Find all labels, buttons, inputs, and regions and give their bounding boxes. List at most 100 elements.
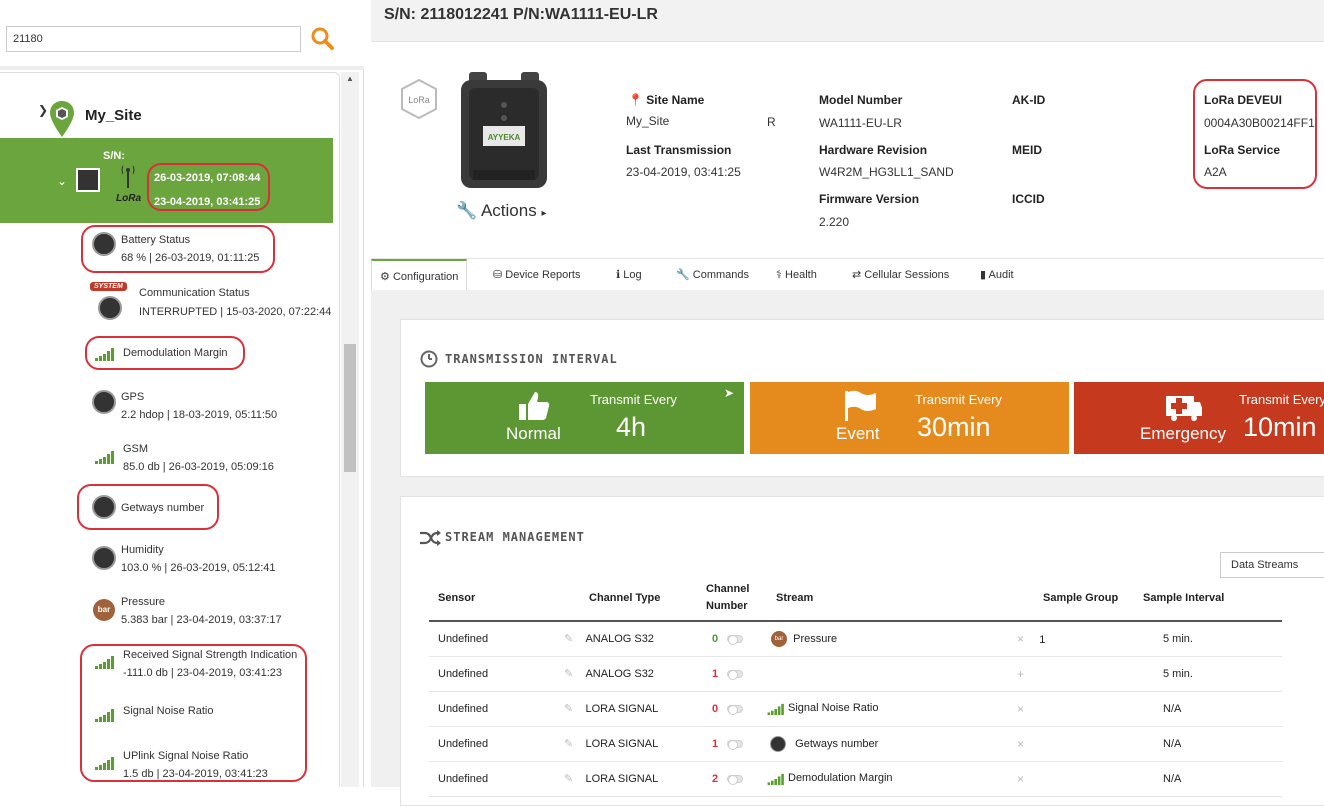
pencil-icon[interactable]: ✎ — [564, 633, 573, 645]
pencil-icon[interactable]: ✎ — [564, 668, 573, 680]
tree-device-row[interactable]: S/N: ⌄ LoRa 26-03-2019, 07:08:44 23-04-2… — [0, 138, 333, 223]
card-name: Normal — [506, 424, 561, 443]
cell-sample-interval: 5 min. — [1132, 656, 1282, 692]
right-panel: S/N: 2118012241 P/N:WA1111-EU-LR LoRa AY… — [371, 0, 1324, 806]
tab-configuration[interactable]: ⚙ Configuration — [371, 259, 468, 292]
chevron-down-icon[interactable]: ❯ — [38, 103, 48, 117]
actions-button[interactable]: 🔧 Actions ▸ — [456, 201, 546, 221]
site-name[interactable]: My_Site — [85, 107, 142, 124]
table-row[interactable]: Undefined ✎ ANALOG S32 0 bar Pressure × … — [429, 621, 1282, 657]
sensor-item-uplink-snr[interactable]: UPlink Signal Noise Ratio 1.5 db | 23-04… — [0, 748, 339, 787]
chevron-down-icon[interactable]: ⌄ — [57, 174, 67, 188]
search-input[interactable] — [6, 26, 301, 52]
last-transmission-value: 23-04-2019, 03:41:25 — [626, 165, 741, 179]
cell-stream: bar Pressure — [762, 621, 1012, 657]
cell-channel-type[interactable]: ✎ LORA SIGNAL — [554, 761, 706, 797]
transmission-title: TRANSMISSION INTERVAL — [445, 352, 618, 366]
cell-channel-type[interactable]: ✎ ANALOG S32 — [554, 656, 706, 692]
cell-channel-type[interactable]: ✎ LORA SIGNAL — [554, 726, 706, 762]
tree-site-row[interactable]: ❯ My_Site — [0, 81, 339, 137]
gauge-icon — [770, 735, 786, 752]
sensor-name: Pressure — [121, 596, 166, 608]
remove-icon[interactable]: × — [1017, 702, 1024, 716]
cell-channel-type[interactable]: ✎ LORA SIGNAL — [554, 691, 706, 727]
model-number-label: Model Number — [819, 93, 903, 107]
col-sample-interval: Sample Interval — [1132, 575, 1282, 622]
toggle-switch[interactable] — [727, 739, 744, 750]
sensor-item-rssi[interactable]: Received Signal Strength Indication -111… — [0, 647, 339, 693]
sensor-item-communication[interactable]: SYSTEM Communication Status INTERRUPTED … — [0, 282, 339, 328]
cell-sample-interval: N/A — [1132, 761, 1282, 797]
flag-icon — [845, 390, 876, 421]
col-sensor: Sensor — [429, 575, 554, 622]
cell-channel-number: 1 — [706, 656, 762, 692]
cell-channel-type[interactable]: ✎ ANALOG S32 — [554, 621, 706, 657]
cell-sensor: Undefined — [429, 621, 554, 657]
site-name-value: My_Site — [626, 114, 670, 128]
table-row[interactable]: Undefined ✎ LORA SIGNAL 0 Signal Noise R… — [429, 691, 1282, 727]
toggle-switch[interactable] — [727, 634, 744, 645]
tab-device-reports[interactable]: ⛁ Device Reports — [485, 259, 588, 291]
tab-commands[interactable]: 🔧 Commands — [668, 259, 757, 291]
stethoscope-icon: ⚕ — [776, 269, 782, 281]
gauge-icon — [98, 296, 122, 320]
add-icon[interactable]: + — [1017, 667, 1024, 681]
device-info: LoRa AYYEKA 🔧 Actions ▸ 📍 Site Name My_S… — [371, 43, 1324, 258]
card-value: 10min — [1243, 412, 1317, 442]
stream-management-panel: STREAM MANAGEMENT Data Streams Sensor Ch… — [400, 496, 1324, 806]
tab-audit[interactable]: ▮ Audit — [972, 259, 1022, 291]
tab-health[interactable]: ⚕ Health — [768, 259, 825, 291]
transmission-panel: TRANSMISSION INTERVAL Normal Transmit Ev… — [400, 319, 1324, 477]
sensor-item-humidity[interactable]: Humidity 103.0 % | 26-03-2019, 05:12:41 — [0, 542, 339, 588]
card-label: Transmit Every — [1239, 392, 1324, 407]
site-name-label: 📍 Site Name — [628, 93, 705, 107]
tab-cellular-sessions[interactable]: ⇄ Cellular Sessions — [844, 259, 957, 291]
akid-label: AK-ID — [1012, 93, 1046, 107]
table-row[interactable]: Undefined ✎ LORA SIGNAL 2 Demodulation M… — [429, 761, 1282, 797]
scroll-up-arrow-icon[interactable]: ▲ — [341, 72, 359, 86]
book-icon: ▮ — [980, 269, 987, 281]
sensor-item-gps[interactable]: GPS 2.2 hdop | 18-03-2019, 05:11:50 — [0, 386, 339, 432]
toggle-switch[interactable] — [727, 669, 744, 680]
page-header: S/N: 2118012241 P/N:WA1111-EU-LR — [371, 0, 1324, 42]
device-box-icon — [76, 168, 100, 192]
sensor-name: Humidity — [121, 544, 164, 556]
remove-icon[interactable]: × — [1017, 772, 1024, 786]
sensor-item-demodulation[interactable]: Demodulation Margin — [0, 341, 339, 387]
pencil-icon[interactable]: ✎ — [564, 773, 573, 785]
card-value: 4h — [616, 412, 647, 442]
sensor-item-snr[interactable]: Signal Noise Ratio — [0, 700, 339, 746]
search-button[interactable] — [310, 26, 336, 52]
gauge-icon — [92, 495, 116, 519]
transmit-card-emergency[interactable]: Emergency Transmit Every 10min — [1074, 382, 1324, 454]
signal-bars-icon — [767, 773, 784, 785]
sensor-item-gsm[interactable]: GSM 85.0 db | 26-03-2019, 05:09:16 — [0, 438, 339, 484]
transmit-card-normal[interactable]: Normal Transmit Every 4h ➤ — [425, 382, 744, 454]
table-row[interactable]: Undefined ✎ LORA SIGNAL 1 Getways number… — [429, 726, 1282, 762]
pencil-icon[interactable]: ✎ — [564, 703, 573, 715]
lora-label: LoRa — [116, 193, 141, 204]
scroll-thumb[interactable] — [344, 344, 356, 472]
device-sn-label: S/N: — [103, 150, 125, 162]
tab-log[interactable]: ℹ Log — [608, 259, 650, 291]
left-panel: ❯ My_Site S/N: ⌄ LoRa 26-03-2019, 07:08:… — [0, 0, 364, 787]
clock-icon — [420, 350, 438, 368]
lora-service-value: A2A — [1204, 165, 1227, 179]
toggle-switch[interactable] — [727, 774, 744, 785]
signal-bars-icon — [95, 348, 114, 361]
table-row[interactable]: Undefined ✎ ANALOG S32 1 + 5 min. — [429, 656, 1282, 692]
sensor-item-getways[interactable]: Getways number — [0, 491, 339, 537]
tree-scrollbar[interactable]: ▲ — [341, 72, 359, 787]
sensor-item-battery[interactable]: Battery Status 68 % | 26-03-2019, 01:11:… — [0, 228, 339, 274]
cell-sample-interval: N/A — [1132, 691, 1282, 727]
firmware-version-value: 2.220 — [819, 215, 850, 229]
signal-bars-icon — [767, 703, 784, 715]
toggle-switch[interactable] — [727, 704, 744, 715]
bar-icon: bar — [93, 599, 115, 621]
remove-icon[interactable]: × — [1017, 737, 1024, 751]
sensor-item-pressure[interactable]: bar Pressure 5.383 bar | 23-04-2019, 03:… — [0, 594, 339, 640]
remove-icon[interactable]: × — [1017, 632, 1024, 646]
pencil-icon[interactable]: ✎ — [564, 738, 573, 750]
cell-channel-number: 1 — [706, 726, 762, 762]
transmit-card-event[interactable]: Event Transmit Every 30min — [750, 382, 1069, 454]
